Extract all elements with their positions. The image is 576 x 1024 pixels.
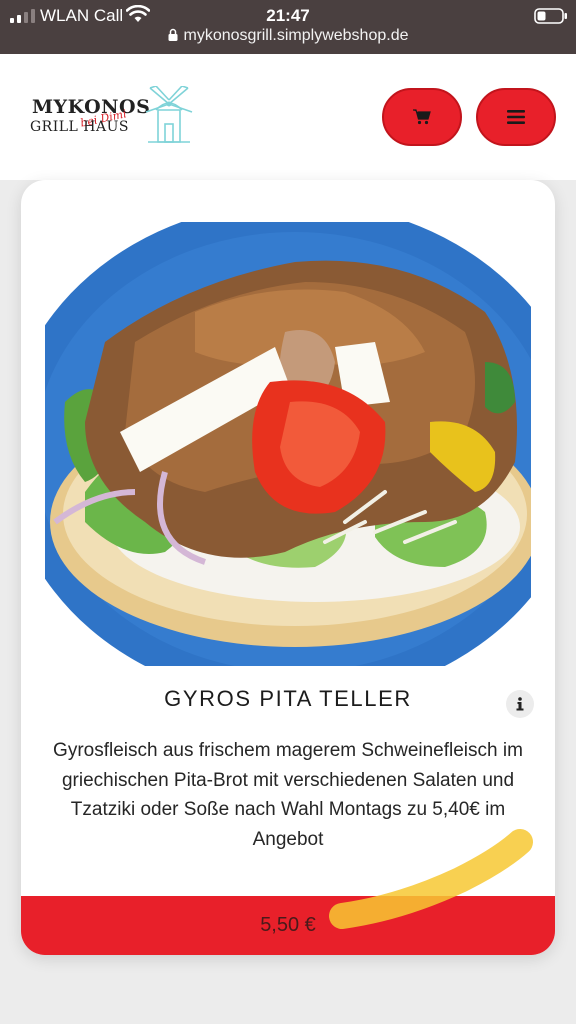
address-bar[interactable]: mykonosgrill.simplywebshop.de bbox=[0, 27, 576, 49]
hamburger-menu-icon bbox=[507, 110, 525, 124]
windmill-icon bbox=[145, 86, 193, 143]
info-icon bbox=[516, 697, 524, 711]
menu-button[interactable] bbox=[476, 88, 556, 146]
status-row: WLAN Call 21:47 bbox=[0, 2, 576, 28]
add-to-cart-price-button[interactable]: 5,50 € bbox=[21, 896, 555, 955]
lock-icon bbox=[168, 28, 177, 41]
battery-icon bbox=[534, 8, 567, 24]
site-header: MYKONOS bei Dimi GRILL HAUS bbox=[0, 54, 576, 180]
info-button[interactable] bbox=[506, 690, 534, 718]
cart-button[interactable] bbox=[382, 88, 462, 146]
product-price: 5,50 € bbox=[260, 914, 316, 936]
brand-logo[interactable]: MYKONOS bei Dimi GRILL HAUS bbox=[28, 86, 200, 150]
logo-line-3: GRILL HAUS bbox=[30, 119, 130, 135]
status-bar: WLAN Call 21:47 mykonosgrill.simplywebsh… bbox=[0, 0, 576, 54]
product-image[interactable] bbox=[45, 222, 531, 666]
product-title: GYROS PITA TELLER bbox=[164, 686, 412, 711]
shopping-cart-icon bbox=[413, 109, 431, 125]
clock: 21:47 bbox=[266, 6, 310, 25]
url-text: mykonosgrill.simplywebshop.de bbox=[183, 27, 409, 44]
product-description: Gyrosfleisch aus frischem magerem Schwei… bbox=[53, 740, 523, 850]
product-card[interactable]: GYROS PITA TELLER Gyrosfleisch aus frisc… bbox=[21, 180, 555, 955]
